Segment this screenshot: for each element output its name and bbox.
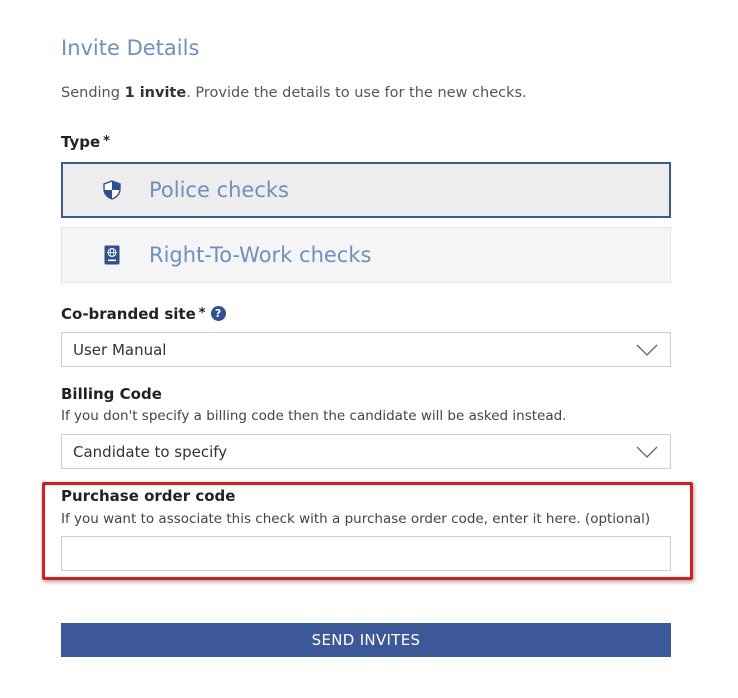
invite-count: 1 invite — [124, 85, 187, 101]
passport-icon — [101, 244, 123, 266]
billing-code-help: If you don't specify a billing code then… — [61, 408, 567, 424]
type-label: Type * — [61, 133, 110, 151]
cobranded-site-select[interactable]: User Manual — [61, 332, 671, 367]
cobranded-site-value: User Manual — [73, 340, 167, 359]
summary-prefix: Sending — [61, 85, 125, 101]
billing-code-select[interactable]: Candidate to specify — [61, 434, 671, 469]
invite-summary: Sending 1 invite. Provide the details to… — [61, 85, 527, 101]
summary-suffix: . Provide the details to use for the new… — [186, 85, 527, 101]
page-title: Invite Details — [61, 36, 200, 60]
cobranded-site-label-text: Co-branded site — [61, 305, 196, 323]
type-option-police-checks[interactable]: Police checks — [61, 162, 671, 218]
type-option-label: Right-To-Work checks — [149, 243, 372, 267]
shield-icon — [101, 179, 123, 201]
type-option-label: Police checks — [149, 178, 289, 202]
chevron-down-icon — [636, 446, 658, 458]
chevron-down-icon — [636, 344, 658, 356]
purchase-order-label: Purchase order code — [61, 487, 236, 505]
cobranded-site-label: Co-branded site *? — [61, 305, 226, 323]
required-marker: * — [198, 306, 206, 321]
purchase-order-input[interactable] — [61, 536, 671, 571]
required-marker: * — [103, 134, 110, 149]
type-option-right-to-work-checks[interactable]: Right-To-Work checks — [61, 227, 671, 283]
type-label-text: Type — [61, 133, 101, 151]
billing-code-label: Billing Code — [61, 385, 162, 403]
purchase-order-help: If you want to associate this check with… — [61, 511, 651, 527]
help-icon[interactable]: ? — [210, 306, 226, 321]
send-invites-button[interactable]: SEND INVITES — [61, 623, 671, 657]
billing-code-value: Candidate to specify — [73, 442, 228, 461]
